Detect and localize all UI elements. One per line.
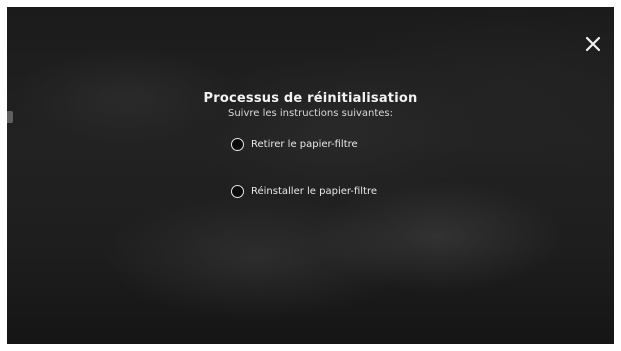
step-remove-filter-paper[interactable]: Retirer le papier-filtre: [231, 138, 358, 151]
close-icon: [585, 36, 601, 52]
device-frame: Processus de réinitialisation Suivre les…: [0, 0, 621, 351]
step-radio[interactable]: [231, 138, 244, 151]
dialog-subtitle: Suivre les instructions suivantes:: [227, 108, 394, 119]
step-label: Retirer le papier-filtre: [251, 139, 358, 150]
dialog-title: Processus de réinitialisation: [203, 91, 418, 106]
reset-screen: Processus de réinitialisation Suivre les…: [7, 7, 614, 344]
step-reinstall-filter-paper[interactable]: Réinstaller le papier-filtre: [231, 185, 377, 198]
close-button[interactable]: [582, 33, 604, 55]
step-radio[interactable]: [231, 185, 244, 198]
step-label: Réinstaller le papier-filtre: [251, 186, 378, 197]
